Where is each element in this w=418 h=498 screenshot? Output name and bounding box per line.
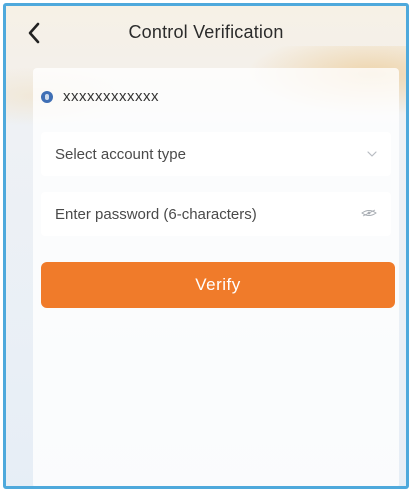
account-row: xxxxxxxxxxxx bbox=[41, 88, 159, 105]
chevron-down-icon bbox=[367, 149, 377, 159]
account-type-select[interactable]: Select account type bbox=[41, 132, 391, 176]
account-type-placeholder: Select account type bbox=[55, 145, 186, 163]
eye-icon[interactable] bbox=[361, 209, 377, 220]
account-number: xxxxxxxxxxxx bbox=[63, 88, 159, 105]
verify-button[interactable]: Verify bbox=[41, 262, 395, 308]
password-input[interactable]: Enter password (6-characters) bbox=[41, 192, 391, 236]
verification-card: xxxxxxxxxxxx Select account type Enter p… bbox=[33, 68, 399, 486]
account-dot-icon bbox=[41, 90, 53, 103]
page-title: Control Verification bbox=[128, 22, 284, 42]
password-placeholder: Enter password (6-characters) bbox=[55, 205, 257, 223]
app-frame: Control Verification xxxxxxxxxxxx Select… bbox=[3, 3, 409, 489]
header-bar: Control Verification bbox=[6, 6, 406, 62]
